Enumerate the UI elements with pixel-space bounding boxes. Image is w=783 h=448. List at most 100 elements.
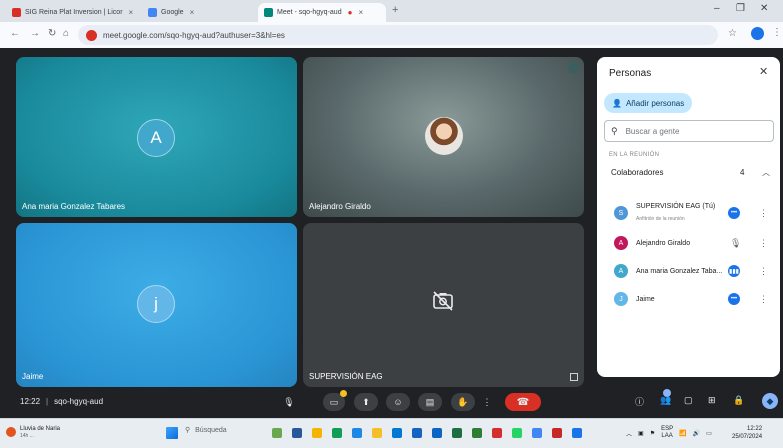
captions-icon: ▤ [425,396,435,407]
meeting-details-icon[interactable]: ⓘ [635,395,644,408]
battery-icon[interactable]: ▭ [706,430,712,437]
close-icon[interactable]: × [129,8,134,17]
tab-google[interactable]: Google × [142,3,256,22]
more-options-icon[interactable]: ⋮ [759,208,768,219]
forward-icon[interactable]: → [30,28,40,39]
app-icon[interactable] [352,428,362,438]
captions-button[interactable]: ▤ [418,393,442,411]
search-input[interactable] [625,126,756,136]
edge-icon[interactable] [392,428,402,438]
app-icon[interactable] [472,428,482,438]
omnibox[interactable]: meet.google.com/sqo-hgyq-aud?authuser=3&… [78,25,718,45]
app-icon[interactable] [552,428,562,438]
tab-meet[interactable]: Meet - sqo-hgyq-aud ● × [258,3,386,22]
meeting-time: 12:22 [20,397,41,406]
raise-hand-button[interactable]: ✋ [451,393,475,411]
participant-row[interactable]: A Alejandro Giraldo 🎙 ⋮ [604,229,774,257]
section-label: EN LA REUNIÓN [609,152,660,158]
more-options-button[interactable]: ⋮ [481,393,493,411]
browser-tab-bar: SIG Reina Plat Inversion | Licor × Googl… [0,0,783,22]
participant-tile-ana[interactable]: A Ana maria Gonzalez Tabares [16,57,297,217]
url-text[interactable]: meet.google.com/sqo-hgyq-aud?authuser=3&… [103,31,285,40]
audio-level-icon: ••• [728,293,740,305]
app-icon[interactable] [492,428,502,438]
host-controls-icon[interactable]: 🔒 [733,395,744,406]
chrome-icon[interactable] [332,428,342,438]
activities-icon[interactable]: ⊞ [708,395,716,406]
meeting-code: sqo-hgyq-aud [54,397,104,406]
chat-icon[interactable]: ▢ [684,395,693,406]
more-options-icon[interactable]: ⋮ [759,238,768,249]
wifi-icon[interactable]: 📶 [679,430,686,437]
browser-menu-icon[interactable]: ⋮ [772,27,782,38]
people-button[interactable]: 👥 [660,389,671,406]
app-icon[interactable] [572,428,582,438]
bookmark-star-icon[interactable]: ☆ [728,28,737,39]
folder-icon[interactable] [372,428,382,438]
excel-icon[interactable] [452,428,462,438]
volume-icon[interactable]: 🔊 [693,430,700,437]
people-count-badge [663,389,671,397]
app-icon[interactable] [292,428,302,438]
close-icon[interactable]: × [190,8,195,17]
tab-sig[interactable]: SIG Reina Plat Inversion | Licor × [6,3,140,22]
chevron-up-icon[interactable]: ︿ [762,167,770,178]
app-icon[interactable] [272,428,282,438]
weather-widget[interactable]: Lluvia de Naria 14h ... [6,425,60,439]
language-code: ESP [661,426,674,432]
taskbar-search-label: Búsqueda [195,426,227,434]
profile-avatar[interactable] [751,27,764,40]
close-window-icon[interactable]: ✕ [760,3,768,14]
participant-tile-alejandro[interactable]: Alejandro Giraldo [303,57,584,217]
tray-app-icon[interactable]: ▣ [638,430,644,437]
tray-app-icon[interactable]: ⚑ [650,430,655,437]
companion-button[interactable]: ◆ [762,393,778,409]
avatar: A [614,236,628,250]
divider: | [46,397,49,406]
more-options-icon[interactable]: ⋮ [759,294,768,305]
participant-name: Alejandro Giraldo [636,239,691,247]
close-icon[interactable]: ✕ [759,65,768,78]
back-icon[interactable]: ← [10,28,20,39]
chrome-icon[interactable] [532,428,542,438]
maximize-icon[interactable]: ❐ [736,3,745,14]
more-options-icon[interactable]: ⋮ [759,266,768,277]
app-icon[interactable] [432,428,442,438]
close-icon[interactable]: × [358,8,363,17]
whatsapp-icon[interactable] [512,428,522,438]
participant-name: Jaime [636,295,655,303]
participant-tile-self[interactable]: SUPERVISIÓN EAG [303,223,584,387]
new-tab-button[interactable]: + [392,4,398,16]
collaborators-group-header[interactable]: Colaboradores 4 ︿ [604,161,774,183]
search-icon: ⚲ [611,125,618,136]
participant-row[interactable]: A Ana maria Gonzalez Taba... ▮▮▮ ⋮ [604,257,774,285]
system-tray[interactable]: ︿ ▣ ⚑ ESP LAA 📶 🔊 ▭ [626,426,712,440]
camera-off-icon [433,291,453,311]
site-info-icon[interactable] [86,29,97,41]
participant-row[interactable]: S SUPERVISIÓN EAG (Tú) Anfitrión de la r… [604,199,774,227]
minimize-icon[interactable]: – [714,3,720,14]
reactions-button[interactable]: ☺ [386,393,410,411]
present-button[interactable]: ⬆ [354,393,378,411]
app-icon[interactable] [312,428,322,438]
clock[interactable]: 12:22 25/07/2024 [732,425,762,441]
app-icon[interactable] [412,428,422,438]
google-favicon-icon [148,8,157,17]
shield-icon: ◆ [766,395,774,406]
audio-level-icon: ••• [728,207,740,219]
windows-start-icon[interactable] [166,427,178,439]
camera-button[interactable]: ▭ [323,390,347,411]
microphone-button[interactable]: 🎙 [277,393,301,411]
clock-time: 12:22 [747,426,763,432]
expand-icon[interactable] [570,373,578,381]
language-indicator[interactable]: ESP LAA [661,426,673,440]
leave-call-button[interactable]: ☎ [505,393,541,411]
home-icon[interactable]: ⌂ [63,28,69,39]
chevron-up-icon[interactable]: ︿ [626,429,632,438]
taskbar-search[interactable]: ⚲ Búsqueda [185,426,227,435]
reload-icon[interactable]: ↻ [48,28,56,39]
participant-row[interactable]: J Jaime ••• ⋮ [604,285,774,313]
add-people-button[interactable]: 👤 Añadir personas [604,93,693,113]
search-field[interactable]: ⚲ [604,120,774,142]
participant-tile-jaime[interactable]: j Jaime [16,223,297,387]
